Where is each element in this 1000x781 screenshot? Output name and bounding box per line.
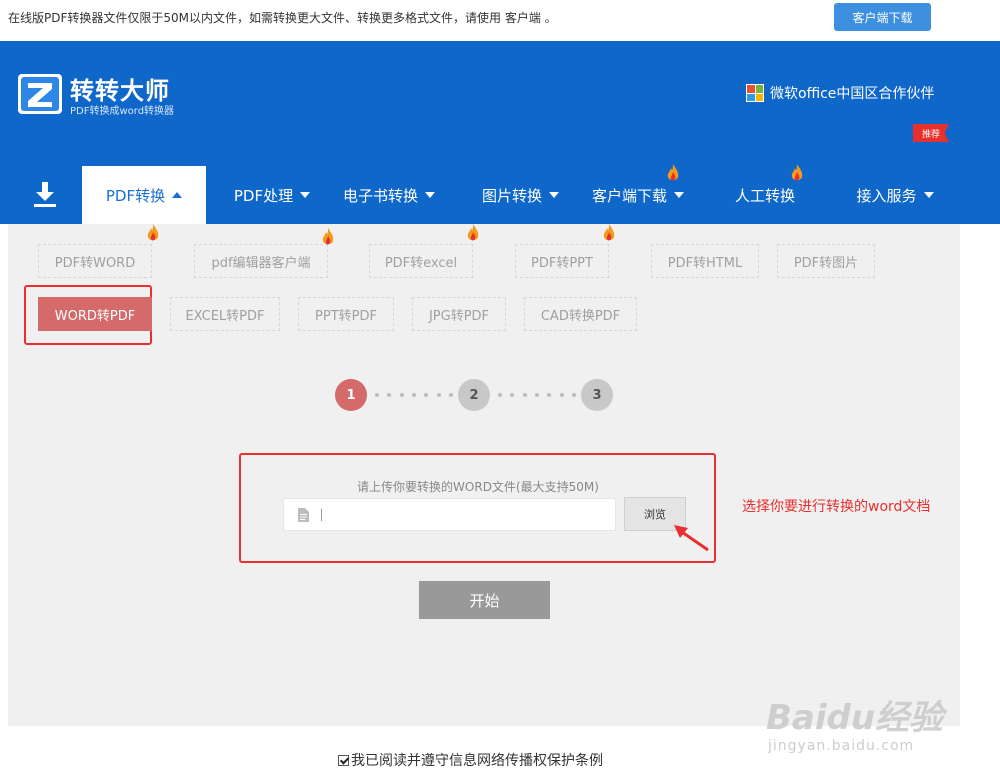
baidu-watermark: Baidu经验 — [766, 698, 944, 738]
nav-access-service[interactable]: 接入服务 — [850, 166, 940, 224]
nav-label: PDF转换 — [105, 186, 166, 205]
caret-down-icon — [674, 192, 684, 198]
tab-pdf-to-word[interactable]: PDF转WORD — [38, 244, 152, 278]
nav-label: 图片转换 — [481, 186, 542, 205]
download-icon — [34, 182, 56, 207]
download-arrow-button[interactable] — [22, 166, 68, 224]
tab-excel-to-pdf[interactable]: EXCEL转PDF — [170, 297, 280, 331]
hot-flame-icon — [791, 164, 803, 181]
tab-pdf-to-excel[interactable]: PDF转excel — [369, 244, 473, 278]
hot-flame-icon — [147, 224, 159, 241]
step-2: 2 — [458, 379, 490, 411]
nav-label: 电子书转换 — [342, 186, 418, 205]
tab-pdf-to-ppt[interactable]: PDF转PPT — [515, 244, 609, 278]
logo-title: 转转大师 — [70, 77, 170, 105]
nav-label: PDF处理 — [233, 186, 294, 205]
nav-pdf-convert[interactable]: PDF转换 — [82, 166, 206, 224]
caret-down-icon — [923, 192, 934, 198]
site-header: 转转大师 PDF转换成word转换器 微软office中国区合作伙伴 PDF转换… — [0, 41, 1000, 224]
baidu-watermark-url: jingyan.baidu.com — [768, 738, 915, 754]
upload-label: 请上传你要转换的WORD文件(最大支持50M) — [357, 480, 599, 494]
partner-badge: 微软office中国区合作伙伴 — [746, 83, 934, 103]
nav-pdf-process[interactable]: PDF处理 — [222, 166, 322, 224]
tab-pdf-editor-client[interactable]: pdf编辑器客户端 — [194, 244, 328, 278]
nav-label: 人工转换 — [734, 186, 795, 205]
step-connector — [498, 393, 576, 399]
text-cursor — [321, 508, 322, 521]
tab-word-to-pdf[interactable]: WORD转PDF — [38, 297, 152, 331]
tab-ppt-to-pdf[interactable]: PPT转PDF — [298, 297, 394, 331]
annotation-text: 选择你要进行转换的word文档 — [742, 499, 931, 515]
caret-down-icon — [425, 192, 435, 198]
main-nav: PDF转换 PDF处理 电子书转换 图片转换 客户端下载 人工转换 接入服务 — [0, 166, 1000, 224]
file-icon — [298, 507, 309, 522]
partner-text: 微软office中国区合作伙伴 — [770, 86, 935, 102]
start-button[interactable]: 开始 — [419, 581, 550, 619]
caret-down-icon — [549, 192, 559, 198]
logo-subtitle: PDF转换成word转换器 — [70, 106, 175, 117]
nav-ebook-convert[interactable]: 电子书转换 — [336, 166, 442, 224]
notice-text: 在线版PDF转换器文件仅限于50M以内文件，如需转换更大文件、转换更多格式文件，… — [8, 11, 557, 25]
nav-label: 接入服务 — [856, 186, 917, 205]
agreement-row: 我已阅读并遵守信息网络传播权保护条例 — [338, 750, 603, 770]
top-notice-bar: 在线版PDF转换器文件仅限于50M以内文件，如需转换更大文件、转换更多格式文件，… — [0, 0, 1000, 41]
recommend-badge: 推荐 — [913, 124, 949, 142]
tab-pdf-to-image[interactable]: PDF转图片 — [777, 244, 875, 278]
tab-cad-to-pdf[interactable]: CAD转换PDF — [524, 297, 637, 331]
step-1: 1 — [335, 379, 367, 411]
step-3: 3 — [581, 379, 613, 411]
caret-down-icon — [300, 192, 311, 198]
logo-icon — [18, 74, 62, 114]
hot-flame-icon — [322, 228, 334, 245]
nav-image-convert[interactable]: 图片转换 — [473, 166, 568, 224]
step-connector — [375, 393, 453, 399]
caret-up-icon — [172, 192, 183, 198]
microsoft-office-icon — [746, 84, 764, 102]
page: 在线版PDF转换器文件仅限于50M以内文件，如需转换更大文件、转换更多格式文件，… — [0, 0, 1000, 781]
hot-flame-icon — [467, 224, 479, 241]
hot-flame-icon — [667, 164, 679, 181]
hot-flame-icon — [603, 224, 615, 241]
tab-jpg-to-pdf[interactable]: JPG转PDF — [412, 297, 506, 331]
annotation-arrow-icon — [674, 525, 709, 552]
tab-pdf-to-html[interactable]: PDF转HTML — [651, 244, 759, 278]
agreement-text: 我已阅读并遵守信息网络传播权保护条例 — [351, 753, 603, 769]
nav-label: 客户端下载 — [591, 186, 667, 205]
client-download-button[interactable]: 客户端下载 — [834, 3, 931, 31]
agreement-checkbox[interactable] — [338, 754, 349, 766]
file-path-input[interactable] — [283, 498, 616, 531]
